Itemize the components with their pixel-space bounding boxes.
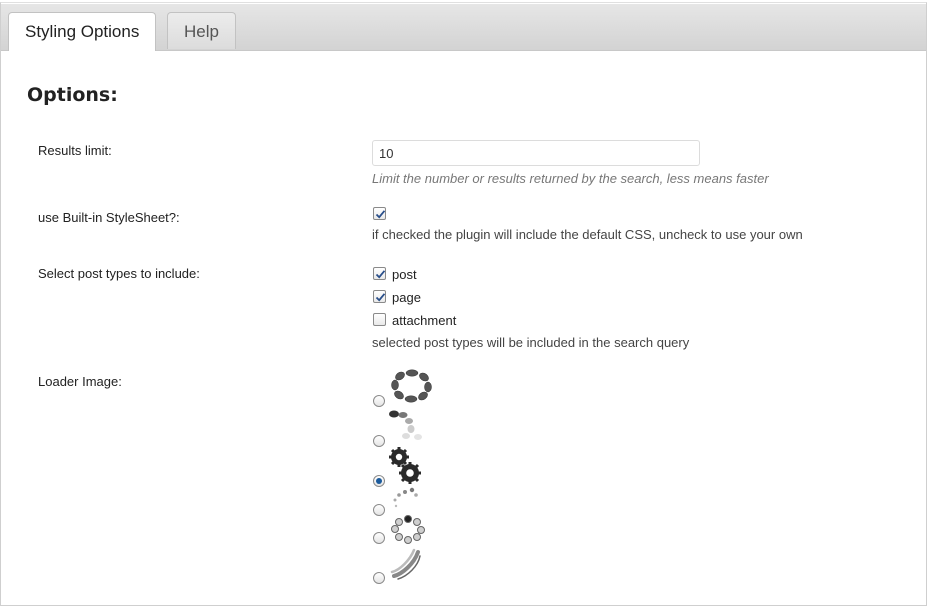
loader-image-label: Loader Image: (38, 374, 122, 389)
loader-option-2-radio[interactable] (373, 435, 385, 447)
small-dots-spiral-loader-icon (393, 487, 418, 508)
loader-option-1-radio[interactable] (373, 395, 385, 407)
post-type-attachment-checkbox[interactable] (373, 313, 386, 326)
settings-panel (0, 2, 927, 606)
stylesheet-label: use Built-in StyleSheet?: (38, 210, 180, 225)
results-limit-input[interactable] (372, 140, 700, 166)
ring-segments-loader-icon (391, 369, 432, 403)
loader-option-6-radio[interactable] (373, 572, 385, 584)
post-type-post-label: post (392, 267, 417, 282)
checkmark-icon (375, 210, 386, 219)
post-type-post-checkbox[interactable] (373, 267, 386, 280)
gear-loader-icon (389, 447, 421, 484)
loader-option-3-radio[interactable] (373, 475, 385, 487)
tab-styling-options[interactable]: Styling Options (8, 12, 157, 51)
loader-option-4-radio[interactable] (373, 504, 385, 516)
swirl-loader-icon (390, 548, 421, 580)
results-limit-label: Results limit: (38, 143, 112, 158)
bead-circle-loader-icon (391, 515, 425, 544)
post-type-page-checkbox[interactable] (373, 290, 386, 303)
post-type-attachment-label: attachment (392, 313, 457, 328)
post-type-page-label: page (392, 290, 421, 305)
stylesheet-hint: if checked the plugin will include the d… (372, 227, 803, 242)
section-title: Options: (27, 84, 118, 106)
post-types-hint: selected post types will be included in … (372, 335, 690, 350)
results-limit-hint: Limit the number or results returned by … (372, 171, 769, 186)
tab-help[interactable]: Help (167, 12, 236, 49)
checkmark-icon (375, 293, 386, 302)
loader-option-5-radio[interactable] (373, 532, 385, 544)
fading-dots-arc-loader-icon (389, 410, 422, 440)
checkmark-icon (375, 270, 386, 279)
stylesheet-checkbox[interactable] (373, 207, 386, 220)
tab-bar: Styling Options Help (1, 4, 926, 51)
post-types-label: Select post types to include: (38, 266, 200, 281)
